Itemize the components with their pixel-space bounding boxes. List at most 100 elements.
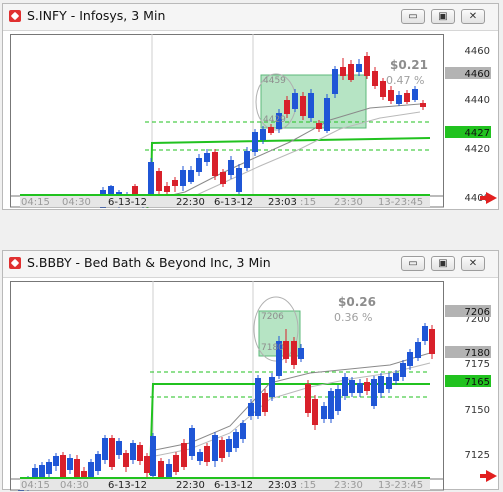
app-icon	[9, 257, 21, 269]
time-label: 04:15	[21, 480, 50, 491]
candle-body	[156, 171, 162, 191]
price-axis-tick: 7125	[465, 450, 490, 461]
candle-body	[60, 455, 66, 477]
candle-body	[400, 363, 406, 377]
candle-body	[148, 162, 154, 194]
candle-body	[95, 454, 101, 471]
time-label: 6-13-12	[214, 480, 253, 491]
candle-body	[260, 129, 266, 140]
candle-body	[407, 352, 413, 366]
title-bar[interactable]: S.INFY - Infosys, 3 Min ▭ ▣ ✕	[3, 4, 498, 31]
price-axis-tick: 7175	[465, 359, 490, 370]
scroll-right-arrow-icon[interactable]	[480, 192, 497, 204]
candle-body	[197, 452, 203, 461]
candle-body	[269, 377, 275, 397]
candle-body	[236, 168, 242, 192]
change-percent-label: 0.47 %	[386, 74, 424, 87]
candle-body	[298, 348, 304, 359]
candle-body	[252, 132, 258, 152]
candle-body	[429, 329, 435, 354]
maximize-button[interactable]: ▣	[431, 9, 455, 24]
candlestick-chart-infy[interactable]: $0.210.47 %44594429446044404420440044604…	[10, 34, 493, 208]
candle-body	[109, 438, 115, 467]
window-title: S.INFY - Infosys, 3 Min	[27, 8, 166, 23]
chart-window-bbby: S.BBBY - Bed Bath & Beyond Inc, 3 Min ▭ …	[2, 250, 499, 491]
title-bar[interactable]: S.BBBY - Bed Bath & Beyond Inc, 3 Min ▭ …	[3, 251, 498, 278]
candle-body	[335, 389, 341, 411]
candle-body	[328, 391, 334, 419]
time-label: 6-13-12	[214, 197, 253, 208]
candle-body	[204, 153, 210, 162]
candle-body	[173, 455, 179, 472]
price-axis-tick: 7150	[465, 405, 490, 416]
time-label: 23:03	[268, 480, 297, 491]
candle-body	[244, 151, 250, 168]
candle-body	[291, 341, 297, 365]
time-label: :15	[300, 197, 316, 208]
time-label: 04:30	[60, 480, 89, 491]
candle-body	[371, 379, 377, 406]
candle-body	[88, 462, 94, 479]
candle-body	[233, 432, 239, 448]
candle-body	[393, 373, 399, 381]
window-title: S.BBBY - Bed Bath & Beyond Inc, 3 Min	[27, 255, 271, 270]
time-label: :15	[300, 480, 316, 491]
candle-body	[420, 103, 426, 107]
candle-body	[204, 446, 210, 462]
candle-body	[130, 443, 136, 460]
candle-body	[220, 172, 226, 184]
candle-body	[67, 458, 73, 470]
candle-body	[262, 393, 268, 412]
time-label: 22:30	[176, 197, 205, 208]
time-label: 04:15	[21, 197, 50, 208]
scroll-right-arrow-icon[interactable]	[480, 470, 497, 482]
time-label: 22:30	[176, 480, 205, 491]
candle-body	[284, 100, 290, 114]
candle-body	[332, 69, 338, 94]
price-tag-label: 7206	[465, 307, 490, 318]
candle-body	[248, 403, 254, 416]
maximize-button[interactable]: ▣	[431, 256, 455, 271]
candle-body	[166, 464, 172, 477]
candle-body	[144, 456, 150, 473]
candle-body	[364, 56, 370, 76]
candle-body	[228, 160, 234, 175]
candle-body	[188, 170, 194, 182]
time-label: 04:30	[62, 197, 91, 208]
close-button[interactable]: ✕	[461, 256, 485, 271]
change-percent-label: 0.36 %	[334, 311, 372, 324]
candle-body	[340, 67, 346, 76]
candlestick-chart-bbby[interactable]: $0.260.36 %72067180720071757150712572067…	[10, 281, 493, 491]
price-tag-label: 4460	[465, 69, 490, 80]
price-tag-label: 7180	[465, 348, 490, 359]
candle-body	[308, 93, 314, 118]
candle-body	[137, 445, 143, 461]
time-label: 6-13-12	[108, 480, 147, 491]
candle-body	[292, 93, 298, 109]
candle-body	[123, 453, 129, 467]
candle-body	[356, 64, 362, 72]
candle-body	[226, 439, 232, 452]
time-label: 23:30	[334, 197, 363, 208]
candle-body	[372, 71, 378, 86]
minimize-button[interactable]: ▭	[401, 256, 425, 271]
change-amount-label: $0.26	[338, 295, 376, 309]
candle-body	[150, 436, 156, 476]
candle-body	[172, 180, 178, 186]
close-button[interactable]: ✕	[461, 9, 485, 24]
price-tag-label: 7165	[465, 377, 490, 388]
box-low-label: 4429	[263, 115, 286, 125]
price-axis-tick: 4460	[465, 46, 490, 57]
candle-body	[378, 376, 384, 393]
candle-body	[240, 423, 246, 439]
candle-body	[386, 377, 392, 389]
candle-body	[74, 459, 80, 477]
candle-body	[53, 456, 59, 466]
candle-body	[108, 186, 114, 194]
candle-body	[212, 435, 218, 461]
candle-body	[388, 90, 394, 101]
candle-body	[102, 438, 108, 460]
time-label: 6-13-12	[108, 197, 147, 208]
candle-body	[316, 123, 322, 129]
minimize-button[interactable]: ▭	[401, 9, 425, 24]
